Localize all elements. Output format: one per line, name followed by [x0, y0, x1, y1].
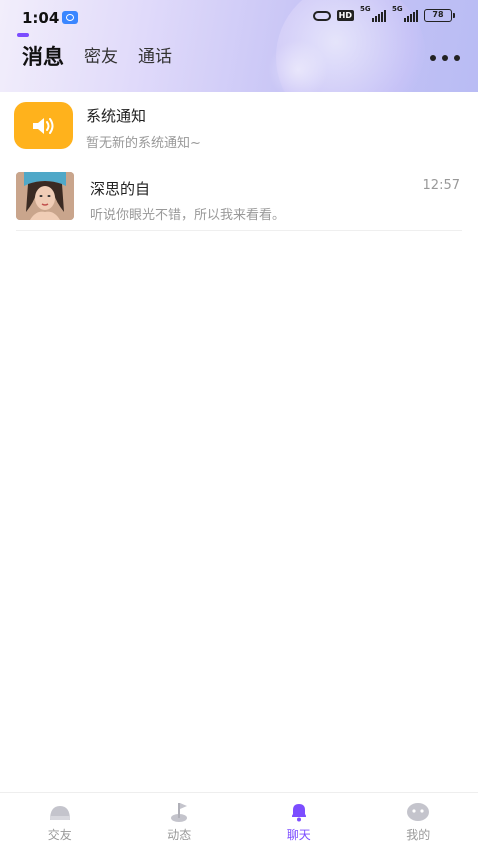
status-time: 1:04 [22, 9, 60, 27]
chat-time: 12:57 [422, 178, 460, 193]
tab-calls[interactable]: 通话 [138, 44, 172, 70]
chat-last-message: 听说你眼光不错，所以我来看看。 [90, 208, 286, 223]
tab-label: 我的 [406, 828, 431, 842]
hd-badge: HD [336, 10, 354, 21]
tab-close-friends[interactable]: 密友 [84, 44, 118, 70]
tab-chat[interactable]: 聊天 [239, 793, 359, 850]
network-label: 5G [360, 4, 371, 13]
tab-label: 交友 [47, 828, 72, 842]
divider [16, 230, 462, 231]
avatar [16, 172, 74, 220]
tab-make-friends[interactable]: 交友 [0, 793, 120, 850]
tab-label: 动态 [167, 828, 192, 842]
decorative-orb-small [268, 40, 328, 92]
moments-icon [167, 801, 191, 823]
tab-indicator [17, 33, 29, 37]
battery-icon: 78 [424, 9, 455, 22]
system-notification-subtitle: 暂无新的系统通知~ [86, 136, 201, 151]
tab-messages[interactable]: 消息 [22, 44, 64, 70]
status-icons: HD 5G 5G 78 [312, 5, 455, 22]
status-bar: 1:04 HD 5G 5G 78 [0, 0, 478, 36]
system-notification-title: 系统通知 [86, 107, 147, 125]
tab-moments[interactable]: 动态 [120, 793, 240, 850]
speaker-icon [14, 102, 73, 149]
signal-icon: 5G [360, 5, 386, 22]
signal-icon-2: 5G [392, 5, 418, 22]
header-tabs: 消息 密友 通话 [22, 44, 172, 70]
profile-icon [406, 801, 430, 823]
app-notification-icon [62, 11, 78, 24]
system-notification-item[interactable]: 系统通知 暂无新的系统通知~ [0, 100, 478, 168]
header: 1:04 HD 5G 5G 78 消息 密友 通话 [0, 0, 478, 92]
bottom-tab-bar: 交友 动态 聊天 我的 [0, 792, 478, 850]
network-label-2: 5G [392, 4, 403, 13]
chat-item[interactable]: 深思的自 12:57 听说你眼光不错，所以我来看看。 [0, 164, 478, 232]
chat-bell-icon [287, 801, 311, 823]
chat-name: 深思的自 [90, 180, 151, 198]
tab-profile[interactable]: 我的 [359, 793, 478, 850]
tab-label: 聊天 [286, 828, 311, 842]
more-dots-icon[interactable] [430, 50, 460, 66]
link-icon [312, 10, 331, 21]
make-friends-icon [48, 801, 72, 823]
